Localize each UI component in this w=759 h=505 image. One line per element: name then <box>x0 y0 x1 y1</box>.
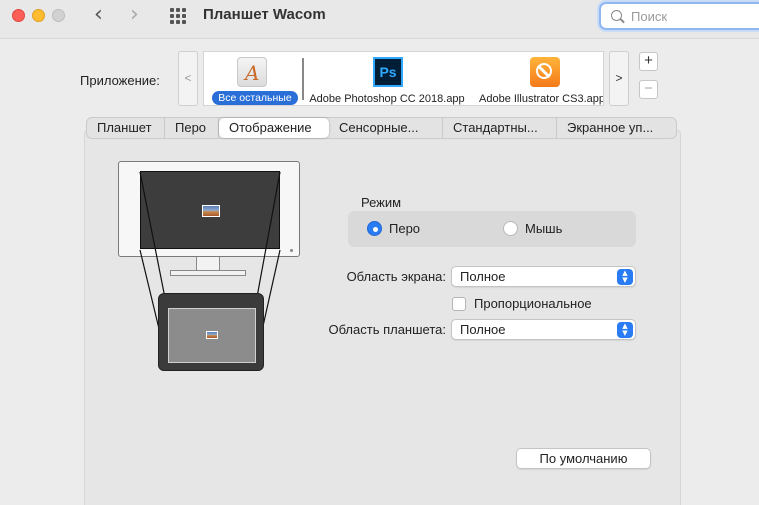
title-bar: ‹ › Планшет Wacom <box>0 0 759 38</box>
tablet-area-label: Область планшета: <box>328 322 446 337</box>
proportional-checkbox[interactable]: Пропорциональное <box>452 296 592 311</box>
chevron-right-icon[interactable]: › <box>130 4 139 26</box>
tab-pen[interactable]: Перо <box>165 118 219 138</box>
application-label: Приложение: <box>80 73 160 88</box>
tab-touch[interactable]: Сенсорные... <box>329 118 443 138</box>
photoshop-icon: Ps <box>373 57 403 87</box>
remove-application-button[interactable]: − <box>639 80 658 99</box>
updown-arrows-icon: ▲ ▼ <box>617 322 633 338</box>
app-item-label: Adobe Illustrator CS3.app <box>479 93 604 105</box>
app-list-separator <box>302 58 304 100</box>
minimize-window-button[interactable] <box>32 9 45 22</box>
tab-bar: Планшет Перо Отображение Сенсорные... Ст… <box>86 117 677 139</box>
default-button[interactable]: По умолчанию <box>516 448 651 469</box>
mapping-illustration <box>116 161 302 373</box>
search-icon <box>611 10 622 21</box>
apps-scroll-right-button[interactable]: > <box>609 51 629 106</box>
tab-express-keys[interactable]: Стандартны... <box>443 118 557 138</box>
close-window-button[interactable] <box>12 9 25 22</box>
radio-unselected-icon <box>503 221 518 236</box>
app-item-label: Все остальные <box>212 91 298 105</box>
application-list: A Все остальные Ps Adobe Photoshop CC 20… <box>203 51 604 106</box>
checkbox-icon[interactable] <box>452 296 466 311</box>
mode-group: Перо Мышь <box>348 211 636 247</box>
screen-area-select[interactable]: Полное ▲ ▼ <box>451 266 636 287</box>
radio-label: Перо <box>389 221 421 236</box>
tablet-active-area <box>168 308 256 363</box>
radio-label: Мышь <box>525 221 563 236</box>
select-value: Полное <box>460 322 506 337</box>
select-value: Полное <box>460 269 506 284</box>
zoom-window-button[interactable] <box>52 9 65 22</box>
mode-pen-radio[interactable]: Перо <box>367 221 420 236</box>
title-divider <box>0 38 759 39</box>
tab-mapping[interactable]: Отображение <box>219 118 329 138</box>
mode-label: Режим <box>361 195 402 210</box>
illustrator-icon <box>530 57 560 87</box>
app-item-label: Adobe Photoshop CC 2018.app <box>309 93 465 105</box>
tab-on-screen-controls[interactable]: Экранное уп... <box>557 118 676 138</box>
screen-area-label: Область экрана: <box>346 269 446 284</box>
tablet-area-select[interactable]: Полное ▲ ▼ <box>451 319 636 340</box>
all-apps-icon: A <box>237 57 267 87</box>
radio-selected-icon <box>367 221 382 236</box>
tablet-graphic <box>158 293 264 371</box>
wallpaper-thumbnail <box>206 331 218 339</box>
checkbox-label: Пропорциональное <box>474 296 592 311</box>
search-input[interactable] <box>631 7 751 25</box>
show-all-grid-icon[interactable] <box>170 8 186 24</box>
updown-arrows-icon: ▲ ▼ <box>617 269 633 285</box>
window-title: Планшет Wacom <box>203 6 326 23</box>
app-item-all-others[interactable]: A Все остальные <box>206 52 298 105</box>
tab-tablet[interactable]: Планшет <box>87 118 165 138</box>
search-field[interactable] <box>599 2 759 30</box>
add-application-button[interactable]: + <box>639 52 658 71</box>
app-item-illustrator[interactable]: Adobe Illustrator CS3.app <box>472 52 604 105</box>
chevron-left-icon[interactable]: ‹ <box>94 4 103 26</box>
app-item-photoshop[interactable]: Ps Adobe Photoshop CC 2018.app <box>307 52 467 105</box>
apps-scroll-left-button[interactable]: < <box>178 51 198 106</box>
mode-mouse-radio[interactable]: Мышь <box>503 221 562 236</box>
